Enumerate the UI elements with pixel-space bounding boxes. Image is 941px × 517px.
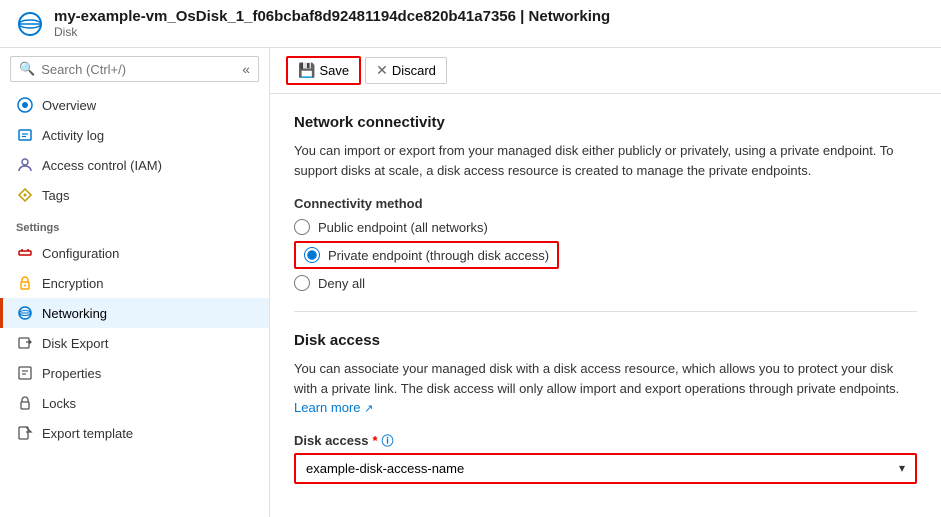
encryption-icon	[16, 274, 34, 292]
header-title: my-example-vm_OsDisk_1_f06bcbaf8d9248119…	[54, 8, 610, 39]
disk-access-section: Disk access You can associate your manag…	[294, 332, 917, 484]
sidebar-item-configuration[interactable]: Configuration	[0, 238, 269, 268]
resource-type: Disk	[54, 25, 610, 39]
sidebar-item-networking[interactable]: Networking	[0, 298, 269, 328]
sidebar-item-disk-export[interactable]: Disk Export	[0, 328, 269, 358]
radio-private-endpoint[interactable]: Private endpoint (through disk access)	[294, 241, 559, 269]
network-connectivity-title: Network connectivity	[294, 114, 917, 131]
connectivity-method-label: Connectivity method	[294, 196, 917, 211]
disk-access-field-label: Disk access * ⓘ	[294, 432, 917, 449]
sidebar-item-disk-export-label: Disk Export	[42, 336, 108, 351]
disk-access-select-wrapper: example-disk-access-name ▾	[294, 453, 917, 484]
sidebar-item-export-template-label: Export template	[42, 426, 133, 441]
overview-icon	[16, 96, 34, 114]
learn-more-link[interactable]: Learn more ↗	[294, 400, 373, 415]
external-link-icon: ↗	[364, 403, 373, 415]
sidebar-item-activity-log[interactable]: Activity log	[0, 120, 269, 150]
page-header: my-example-vm_OsDisk_1_f06bcbaf8d9248119…	[0, 0, 941, 48]
radio-deny-input[interactable]	[294, 275, 310, 291]
resource-name: my-example-vm_OsDisk_1_f06bcbaf8d9248119…	[54, 8, 610, 25]
section-divider	[294, 311, 917, 312]
sidebar-item-overview[interactable]: Overview	[0, 90, 269, 120]
radio-public-input[interactable]	[294, 219, 310, 235]
discard-button[interactable]: ✕ Discard	[365, 57, 447, 84]
save-label: Save	[319, 63, 349, 78]
sidebar-item-locks-label: Locks	[42, 396, 76, 411]
sidebar-item-networking-label: Networking	[42, 306, 107, 321]
radio-public-endpoint[interactable]: Public endpoint (all networks)	[294, 219, 917, 235]
tags-icon	[16, 186, 34, 204]
save-icon: 💾	[298, 62, 315, 79]
sidebar-item-overview-label: Overview	[42, 98, 96, 113]
network-connectivity-section: Network connectivity You can import or e…	[294, 114, 917, 291]
networking-icon	[16, 304, 34, 322]
radio-public-label: Public endpoint (all networks)	[318, 220, 488, 235]
collapse-icon[interactable]: «	[242, 61, 250, 77]
discard-icon: ✕	[376, 62, 388, 79]
sidebar-item-encryption[interactable]: Encryption	[0, 268, 269, 298]
radio-deny-label: Deny all	[318, 276, 365, 291]
search-input[interactable]	[41, 62, 236, 77]
exporttemplate-icon	[16, 424, 34, 442]
config-icon	[16, 244, 34, 262]
sidebar-item-properties[interactable]: Properties	[0, 358, 269, 388]
save-button[interactable]: 💾 Save	[286, 56, 361, 85]
export-icon	[16, 334, 34, 352]
resource-icon	[16, 10, 44, 38]
sidebar-item-config-label: Configuration	[42, 246, 119, 261]
settings-section-header: Settings	[0, 210, 269, 238]
sidebar-item-export-template[interactable]: Export template	[0, 418, 269, 448]
sidebar-item-encryption-label: Encryption	[42, 276, 103, 291]
search-icon: 🔍	[19, 61, 35, 77]
radio-private-input[interactable]	[304, 247, 320, 263]
radio-deny-all[interactable]: Deny all	[294, 275, 917, 291]
discard-label: Discard	[392, 63, 436, 78]
disk-access-title: Disk access	[294, 332, 917, 349]
sidebar-item-access-control[interactable]: Access control (IAM)	[0, 150, 269, 180]
sidebar-item-tags[interactable]: Tags	[0, 180, 269, 210]
iam-icon	[16, 156, 34, 174]
sidebar-item-properties-label: Properties	[42, 366, 101, 381]
search-container[interactable]: 🔍 «	[10, 56, 259, 82]
properties-icon	[16, 364, 34, 382]
disk-access-select[interactable]: example-disk-access-name	[296, 455, 915, 482]
sidebar-item-locks[interactable]: Locks	[0, 388, 269, 418]
sidebar: 🔍 « Overview Activity log Access control…	[0, 48, 270, 517]
disk-access-desc: You can associate your managed disk with…	[294, 359, 917, 418]
activity-icon	[16, 126, 34, 144]
content-area: Network connectivity You can import or e…	[270, 94, 941, 504]
sidebar-item-iam-label: Access control (IAM)	[42, 158, 162, 173]
network-connectivity-desc: You can import or export from your manag…	[294, 141, 917, 180]
info-icon[interactable]: ⓘ	[382, 432, 394, 449]
toolbar: 💾 Save ✕ Discard	[270, 48, 941, 94]
sidebar-item-tags-label: Tags	[42, 188, 69, 203]
connectivity-radio-group: Public endpoint (all networks) Private e…	[294, 219, 917, 291]
required-indicator: *	[372, 433, 377, 448]
radio-private-label: Private endpoint (through disk access)	[328, 248, 549, 263]
sidebar-item-activity-label: Activity log	[42, 128, 104, 143]
locks-icon	[16, 394, 34, 412]
app-layout: 🔍 « Overview Activity log Access control…	[0, 48, 941, 517]
main-content: 💾 Save ✕ Discard Network connectivity Yo…	[270, 48, 941, 517]
